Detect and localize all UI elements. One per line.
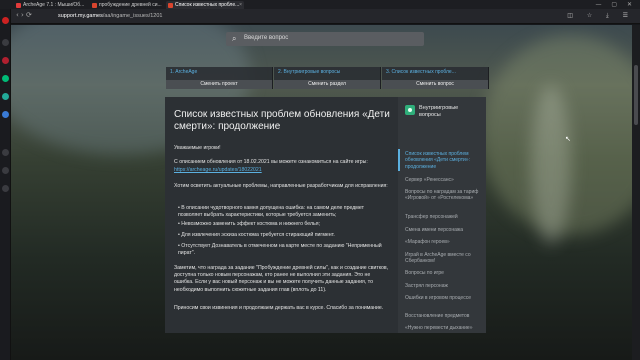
vk-icon[interactable] (2, 111, 9, 118)
change-question-button[interactable]: Сменить вопрос (382, 80, 488, 89)
sidebar-item-restore-items[interactable]: Восстановление предметов (405, 313, 483, 319)
mygames-favicon-icon (92, 3, 97, 8)
article-panel: Список известных проблем обновления «Дет… (165, 97, 398, 333)
tab-label: ArcheAge 7.1 : Мыши/Об... (23, 2, 85, 8)
mail-favicon-icon (16, 3, 21, 8)
search-input[interactable]: ⌕ Введите вопрос (226, 32, 424, 46)
step-section: 2. Внутриигровые вопросы Сменить раздел (274, 67, 381, 89)
list-item: • Невозможно заменить эффект костюма и н… (178, 221, 321, 227)
greeting-text: Уважаемые игроки! (174, 145, 221, 151)
list-item: • Для извлечения эскиза костюма требуетс… (178, 232, 335, 238)
list-item-text: Отсутствует Дознаватель в отмеченном на … (178, 243, 382, 257)
sidebar-item-game-questions[interactable]: Вопросы по игре (405, 270, 483, 276)
web-page: ⌕ Введите вопрос 1. ArcheAge Сменить про… (11, 25, 640, 360)
window-controls[interactable]: — ▢ ✕ (595, 1, 636, 8)
sidebar-item-marathon[interactable]: «Марафон героев» (405, 239, 483, 245)
note-text: Заметим, что награда за задание "Пробужд… (174, 265, 389, 293)
issues-header: Хотим осветить актуальные проблемы, напр… (174, 183, 388, 189)
address-bar: ‹ › ⟳ support.my.games/aa/ingame_issues/… (0, 9, 640, 24)
sidebar-item-renaissance[interactable]: Сервер «Ренессанс» (405, 177, 483, 183)
related-questions-sidebar: Внутриигровые вопросы Список известных п… (398, 97, 486, 333)
step-title[interactable]: 3. Список известных пробле... (386, 69, 456, 75)
nav-buttons[interactable]: ‹ › ⟳ (16, 11, 32, 19)
browser-window: ArcheAge 7.1 : Мыши/Об... пробуждение др… (0, 0, 640, 360)
list-item-text: В описании чудотворного камня допущена о… (178, 205, 364, 219)
sidebar-item-rename[interactable]: Смена имени персонажа (405, 227, 483, 233)
sidebar-item-stuck[interactable]: Застрял персонаж (405, 283, 483, 289)
waterfall-art (531, 85, 571, 245)
sidebar-item-gameplay-errors[interactable]: Ошибки в игровом процессе (405, 295, 483, 301)
article-title: Список известных проблем обновления «Дет… (174, 109, 390, 132)
breadcrumb-steps: 1. ArcheAge Сменить проект 2. Внутриигро… (166, 67, 490, 89)
speed-dial-icon[interactable] (2, 39, 9, 46)
apology-text: Приносим свои извинения и продолжаем дер… (174, 305, 384, 311)
search-icon: ⌕ (232, 34, 237, 43)
tab-bar: ArcheAge 7.1 : Мыши/Об... пробуждение др… (0, 0, 640, 9)
step-title[interactable]: 1. ArcheAge (170, 69, 197, 75)
step-title[interactable]: 2. Внутриигровые вопросы (278, 69, 340, 75)
sidebar-item-sberbank[interactable]: Играй в ArcheAge вместе со Сбербанком! (405, 252, 483, 265)
mygames-favicon-icon (168, 3, 173, 8)
list-item-text: Для извлечения эскиза костюма требуется … (181, 232, 335, 238)
url-host: support.my.games (58, 13, 103, 19)
sidebar-title: Внутриигровые вопросы (419, 105, 459, 118)
tab-awakening[interactable]: пробуждение древней си... (90, 1, 164, 9)
list-item: • Отсутствует Дознаватель в отмеченном н… (178, 243, 382, 257)
update-link[interactable]: https://archeage.ru/updates/18022021 (174, 167, 262, 173)
step-question: 3. Список известных пробле... Сменить во… (382, 67, 489, 89)
update-link-row: https://archeage.ru/updates/18022021 (174, 167, 390, 174)
browser-sidebar (0, 9, 11, 360)
sidebar-item-rostelecom[interactable]: Вопросы по наградам за тариф «Игровой» о… (405, 189, 483, 202)
url-path: /aa/ingame_issues/1201 (102, 13, 163, 19)
scrollbar[interactable] (632, 25, 640, 360)
sidebar-item-transfer[interactable]: Трансфер персонажей (405, 214, 483, 220)
change-project-button[interactable]: Сменить проект (166, 80, 272, 89)
downloads-icon[interactable] (2, 167, 9, 174)
mouse-cursor-icon: ↖ (565, 135, 571, 143)
archeage-logo-icon (405, 105, 415, 115)
url-field[interactable]: support.my.games/aa/ingame_issues/1201 (58, 12, 548, 21)
messenger-icon[interactable] (2, 75, 9, 82)
tab-label: Список известных пробле... (175, 2, 240, 8)
scrollbar-thumb[interactable] (634, 65, 638, 125)
list-item-text: Невозможно заменить эффект костюма и ниж… (181, 221, 321, 227)
opera-icon[interactable] (2, 17, 9, 24)
close-tab-icon[interactable]: × (239, 1, 242, 9)
sidebar-item-known-issues[interactable]: Список известных проблем обновления «Дет… (405, 151, 483, 170)
tab-label: пробуждение древней си... (99, 2, 162, 8)
list-item: • В описании чудотворного камня допущена… (178, 205, 364, 219)
search-placeholder: Введите вопрос (244, 35, 289, 41)
active-indicator (398, 149, 400, 171)
change-section-button[interactable]: Сменить раздел (274, 80, 380, 89)
history-icon[interactable] (2, 149, 9, 156)
toolbar-icons[interactable]: ◫ ☆ ⤓ ☰ (567, 12, 634, 20)
step-project: 1. ArcheAge Сменить проект (166, 67, 273, 89)
tab-archeage[interactable]: ArcheAge 7.1 : Мыши/Об... (14, 1, 88, 9)
sidebar-item-catch-breath[interactable]: «Нужно перевести дыхание» (405, 325, 483, 331)
tab-known-issues[interactable]: Список известных пробле... × (166, 1, 244, 9)
settings-icon[interactable] (2, 185, 9, 192)
whatsapp-icon[interactable] (2, 93, 9, 100)
bookmark-icon[interactable] (2, 57, 9, 64)
intro-text: С описанием обновления от 18.02.2021 вы … (174, 159, 368, 165)
